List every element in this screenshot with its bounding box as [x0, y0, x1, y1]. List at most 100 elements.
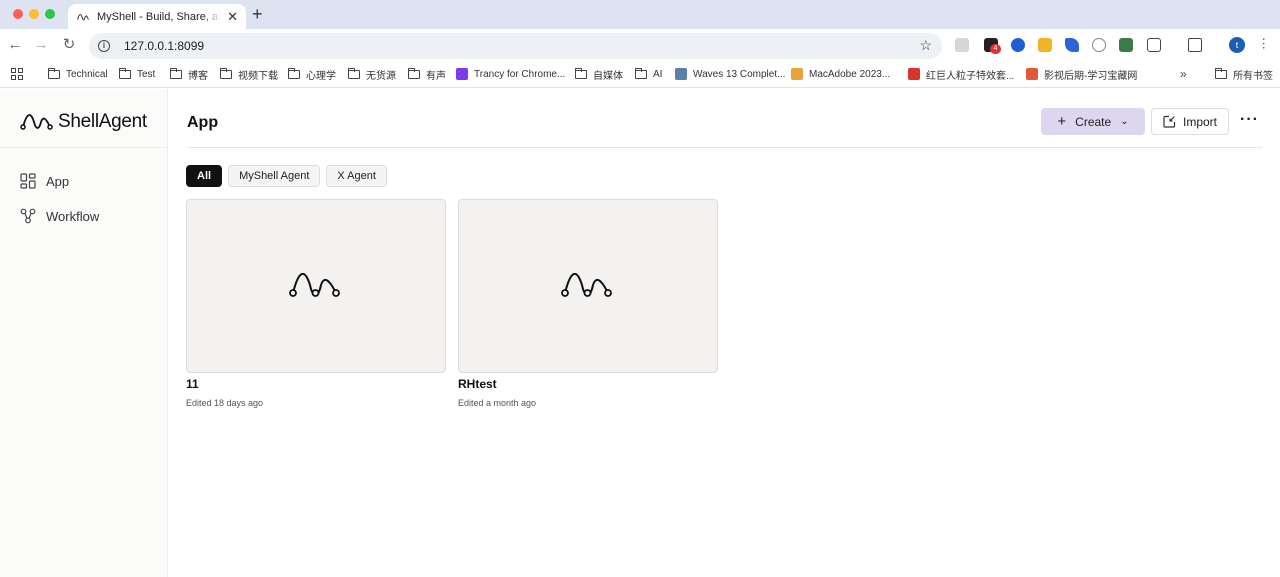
bookmark-item[interactable]: 有声	[408, 67, 446, 82]
mac-icon	[791, 68, 803, 80]
chevron-down-icon: ⌄	[1120, 116, 1129, 127]
new-tab-button[interactable]: +	[252, 4, 263, 24]
sidebar-item-workflow[interactable]: Workflow	[20, 208, 99, 224]
filter-chip-all[interactable]: All	[186, 165, 223, 187]
bookmark-label: AI	[653, 68, 663, 80]
filter-chip-x-agent[interactable]: X Agent	[326, 165, 387, 187]
bookmark-label: Test	[137, 68, 156, 80]
card-thumbnail[interactable]	[458, 199, 718, 373]
card-edited-time: Edited 18 days ago	[186, 398, 264, 408]
bookmark-item[interactable]: 红巨人粒子特效套...	[908, 67, 1015, 82]
folder-icon	[1215, 67, 1227, 79]
minimize-window-button[interactable]	[29, 9, 39, 19]
bookmark-item[interactable]: Waves 13 Complet...	[675, 67, 785, 81]
all-bookmarks-folder[interactable]: 所有书签	[1215, 67, 1273, 82]
forward-icon[interactable]: →	[33, 37, 49, 53]
folder-icon	[119, 67, 131, 79]
close-window-button[interactable]	[13, 9, 23, 19]
bookmark-item[interactable]: MacAdobe 2023...	[791, 67, 890, 81]
bookmark-item[interactable]: AI	[635, 67, 662, 81]
app-card[interactable]: 11 Edited 18 days ago	[186, 199, 446, 408]
extension-translate-icon[interactable]	[955, 38, 969, 52]
apps-grid-icon[interactable]	[11, 68, 23, 80]
bookmark-star-icon[interactable]: ☆	[919, 37, 932, 54]
tab-close-icon[interactable]: ✕	[227, 9, 238, 25]
app-card[interactable]: RHtest Edited a month ago	[458, 199, 718, 408]
film-icon	[1026, 68, 1038, 80]
tab-title: MyShell - Build, Share, and Own AI Agent…	[97, 10, 221, 23]
maximize-window-button[interactable]	[45, 9, 55, 19]
import-button[interactable]: Import	[1151, 108, 1229, 135]
browser-tab[interactable]: MyShell - Build, Share, and Own AI Agent…	[68, 4, 246, 29]
card-edited-time: Edited a month ago	[458, 398, 537, 408]
sidebar-divider	[0, 147, 168, 148]
bookmark-item[interactable]: Trancy for Chrome...	[456, 67, 565, 81]
shellagent-logo-icon	[289, 273, 340, 297]
folder-icon	[348, 67, 360, 79]
sidebar-item-label: Workflow	[46, 208, 100, 224]
myshell-favicon-icon	[77, 13, 89, 20]
bookmark-label: 红巨人粒子特效套...	[926, 70, 1015, 82]
filter-chip-myshell-agent[interactable]: MyShell Agent	[228, 165, 321, 187]
import-label: Import	[1182, 114, 1217, 129]
bookmark-item[interactable]: 视频下载	[220, 67, 278, 82]
bookmark-item[interactable]: 博客	[170, 67, 208, 82]
more-options-icon[interactable]: ···	[1240, 112, 1259, 128]
folder-icon	[288, 67, 300, 79]
extension-globe-icon[interactable]	[1011, 38, 1025, 52]
reload-icon[interactable]: ↻	[61, 37, 77, 53]
folder-icon	[635, 67, 647, 79]
create-label: Create	[1075, 114, 1112, 129]
redgiant-icon	[908, 68, 920, 80]
extensions-puzzle-icon[interactable]	[1147, 38, 1161, 52]
filter-chips: All MyShell Agent X Agent	[186, 165, 387, 187]
bookmark-item[interactable]: 自媒体	[575, 67, 623, 82]
card-title: 11	[186, 377, 199, 391]
card-thumbnail[interactable]	[186, 199, 446, 373]
bookmark-label: 博客	[188, 70, 208, 82]
bookmarks-overflow-icon[interactable]: »	[1180, 67, 1187, 81]
bookmark-label: 无货源	[366, 70, 396, 82]
extension-download-icon[interactable]	[1119, 38, 1133, 52]
browser-tab-strip: MyShell - Build, Share, and Own AI Agent…	[0, 0, 1280, 29]
folder-icon	[220, 67, 232, 79]
waves-icon	[675, 68, 687, 80]
url-text[interactable]: 127.0.0.1:8099	[124, 39, 204, 53]
extension-chat-icon[interactable]	[1092, 38, 1106, 52]
address-bar[interactable]: i 127.0.0.1:8099 ☆	[89, 33, 942, 59]
bookmark-item[interactable]: Technical	[48, 67, 108, 81]
folder-icon	[48, 67, 60, 79]
browser-toolbar: ← → ↻ i 127.0.0.1:8099 ☆ 4 t ···	[0, 29, 1280, 62]
bookmark-label: Waves 13 Complet...	[693, 68, 786, 80]
bookmark-label: MacAdobe 2023...	[809, 68, 891, 80]
tab-search-icon[interactable]	[1188, 38, 1202, 52]
bookmark-item[interactable]: 心理学	[288, 67, 336, 82]
import-icon	[1163, 115, 1176, 128]
extension-badge-count: 4	[990, 44, 1001, 54]
bookmark-item[interactable]: Test	[119, 67, 155, 81]
logo-text: ShellAgent	[58, 111, 147, 132]
extension-badge-icon[interactable]: 4	[984, 38, 1001, 54]
sidebar-item-label: App	[46, 173, 70, 189]
sidebar-item-app[interactable]: App	[20, 173, 69, 189]
bookmark-label: 影视后期-学习宝藏网	[1044, 70, 1138, 82]
bookmarks-bar: Technical Test 博客 视频下载 心理学 无货源 有声 Trancy for Ch…	[0, 62, 1280, 88]
bookmark-item[interactable]: 无货源	[348, 67, 396, 82]
folder-icon	[408, 67, 420, 79]
browser-menu-icon[interactable]: ···	[1257, 37, 1272, 50]
extension-feather-icon[interactable]	[1065, 38, 1079, 52]
shellagent-logo-icon	[561, 273, 612, 297]
header-divider	[187, 147, 1262, 148]
extension-folder-icon[interactable]	[1038, 38, 1052, 52]
workflow-icon	[20, 208, 36, 224]
logo[interactable]: ShellAgent	[20, 111, 147, 133]
site-info-icon[interactable]: i	[98, 40, 110, 52]
back-icon[interactable]: ←	[7, 37, 23, 53]
create-button[interactable]: + Create ⌄	[1041, 108, 1145, 135]
bookmark-item[interactable]: 影视后期-学习宝藏网	[1026, 67, 1138, 82]
all-bookmarks-label: 所有书签	[1233, 70, 1273, 82]
folder-icon	[575, 67, 587, 79]
sidebar: ShellAgent App Workflow	[0, 89, 168, 577]
bookmark-label: Technical	[66, 68, 108, 80]
profile-avatar[interactable]: t	[1229, 37, 1245, 53]
